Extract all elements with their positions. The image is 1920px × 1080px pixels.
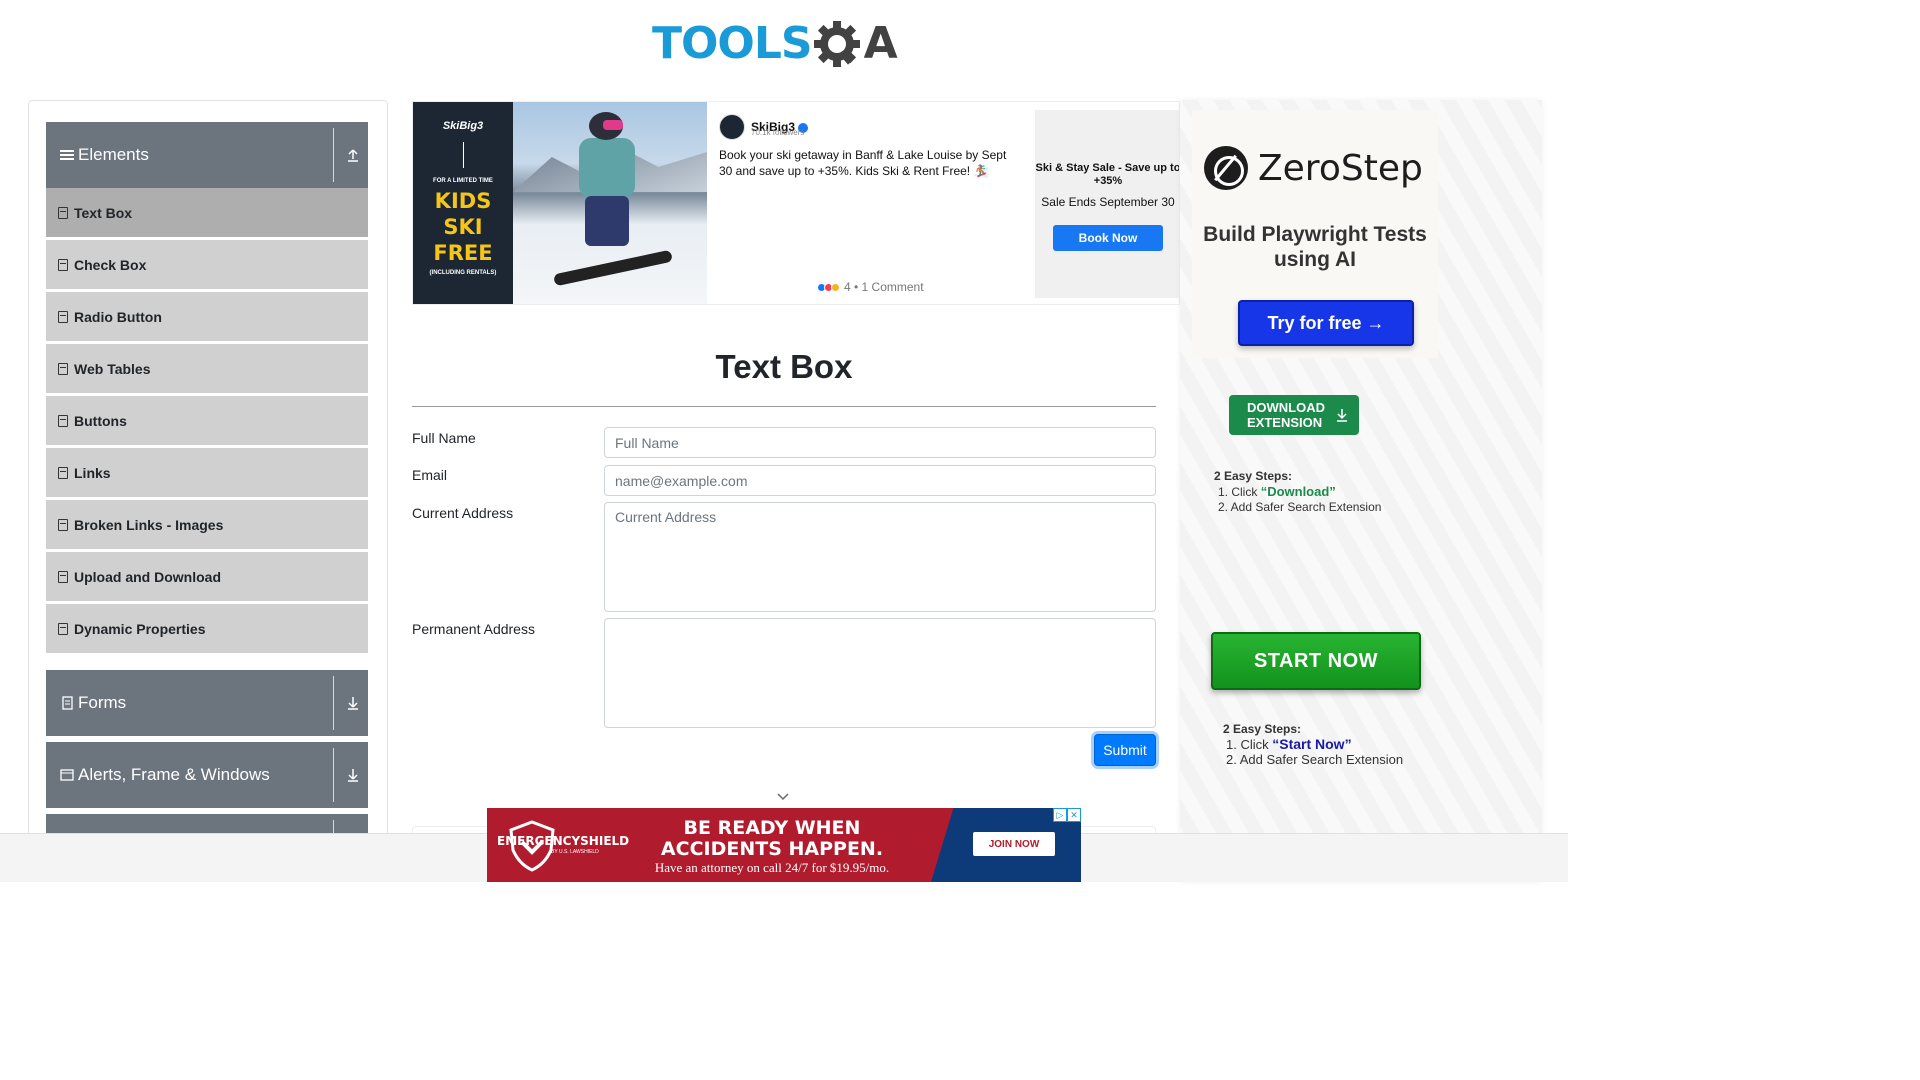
divider (462, 142, 464, 168)
ad-brand-logo: SkiBig3 (442, 120, 484, 132)
email-label: Email (412, 467, 448, 483)
divider (333, 128, 334, 182)
logo-tools-text: TOOLS (652, 18, 813, 69)
zerostep-logo-icon (1204, 146, 1248, 190)
email-input[interactable] (604, 465, 1156, 496)
submit-button[interactable]: Submit (1094, 734, 1156, 766)
divider (412, 406, 1156, 407)
list-item-icon (58, 362, 68, 375)
right-advertisement[interactable]: ZeroStep Build Playwright Tests using AI… (1180, 100, 1542, 882)
ad-reactions: 4 • 1 Comment (817, 280, 924, 294)
book-now-button[interactable]: Book Now (1053, 225, 1163, 251)
list-item-icon (58, 518, 68, 531)
list-item-icon (58, 414, 68, 427)
menu-item-broken-links[interactable]: Broken Links - Images (46, 500, 368, 550)
chevron-down-icon[interactable] (776, 792, 790, 802)
left-sidebar: Elements Text Box Check Box Radio Button… (28, 100, 388, 860)
ad-offer-title: Ski & Stay Sale - Save up to +35% (1035, 162, 1180, 187)
group-header-forms[interactable]: Forms (46, 670, 368, 736)
download-arrow-icon[interactable] (346, 768, 360, 782)
zerostep-brand: ZeroStep (1258, 147, 1423, 189)
ad-brand: EMERGENCYSHIELD (497, 834, 630, 848)
divider (333, 748, 334, 802)
permanent-address-label: Permanent Address (412, 621, 535, 637)
file-icon (62, 696, 73, 710)
ad-choices[interactable]: ▷ ✕ (1053, 808, 1081, 822)
ad-headline: KIDS SKI FREE (433, 189, 493, 265)
steps-list-2: 2 Easy Steps: 1. Click “Start Now” 2. Ad… (1223, 722, 1404, 767)
list-item-icon (58, 258, 68, 271)
list-item-icon (58, 310, 68, 323)
group-header-alerts[interactable]: Alerts, Frame & Windows (46, 742, 368, 808)
download-icon (1337, 409, 1347, 422)
steps-list-1: 2 Easy Steps: 1. Click “Download” 2. Add… (1214, 469, 1382, 514)
menu-item-check-box[interactable]: Check Box (46, 240, 368, 290)
menu-item-web-tables[interactable]: Web Tables (46, 344, 368, 394)
menu-item-text-box[interactable]: Text Box (46, 188, 368, 238)
zerostep-logo: ZeroStep (1204, 146, 1423, 190)
gear-icon (813, 21, 860, 67)
bottom-advertisement[interactable]: EMERGENCYSHIELD BY U.S. LAWSHIELD BE REA… (487, 808, 1081, 882)
join-now-button[interactable]: JOIN NOW (973, 832, 1055, 856)
zerostep-tagline: Build Playwright Tests using AI (1203, 223, 1427, 271)
current-address-label: Current Address (412, 505, 514, 521)
ad-body-text: Book your ski getaway in Banff & Lake Lo… (719, 148, 1007, 178)
download-extension-button[interactable]: DOWNLOAD EXTENSION (1229, 395, 1359, 435)
full-name-label: Full Name (412, 430, 476, 446)
group-label: Alerts, Frame & Windows (78, 765, 270, 784)
avatar (719, 114, 745, 140)
download-arrow-icon[interactable] (346, 696, 360, 710)
full-name-input[interactable] (604, 427, 1156, 458)
ad-followers: 70.1k followers (751, 128, 805, 137)
divider (333, 676, 334, 730)
window-icon (60, 769, 74, 781)
ad-offer: Ski & Stay Sale - Save up to +35% Sale E… (1035, 110, 1180, 298)
ad-subheadline: Have an attorney on call 24/7 for $19.95… (654, 860, 890, 875)
ad-headline: BE READY WHEN ACCIDENTS HAPPEN. (660, 817, 884, 860)
close-icon[interactable]: ✕ (1067, 808, 1081, 822)
ad-choices-icon[interactable]: ▷ (1053, 808, 1067, 822)
try-for-free-button[interactable]: Try for free → (1238, 300, 1414, 346)
wow-reaction-icon (831, 282, 840, 292)
page-title: Text Box (715, 348, 853, 385)
group-header-elements[interactable]: Elements (46, 122, 368, 188)
current-address-input[interactable] (604, 502, 1156, 612)
top-advertisement[interactable]: SkiBig3 FOR A LIMITED TIME KIDS SKI FREE… (412, 101, 1180, 305)
logo-qa-text: A (863, 18, 898, 69)
page: TOOLS A Elements Text Box Check Box Radi… (0, 0, 1568, 882)
ad-limited-text: FOR A LIMITED TIME (433, 178, 493, 184)
ad-photo (513, 102, 707, 304)
hamburger-icon (60, 150, 74, 160)
menu-item-radio-button[interactable]: Radio Button (46, 292, 368, 342)
list-item-icon (58, 206, 68, 219)
upload-arrow-icon[interactable] (346, 148, 360, 162)
list-item-icon (58, 466, 68, 479)
group-label: Elements (78, 145, 149, 164)
list-item-icon (58, 622, 68, 635)
snowboarder-figure (571, 112, 641, 262)
ad-offer-sub: Sale Ends September 30 (1041, 195, 1175, 209)
zerostep-ad: ZeroStep Build Playwright Tests using AI… (1192, 110, 1438, 358)
menu-item-buttons[interactable]: Buttons (46, 396, 368, 446)
menu-item-upload-download[interactable]: Upload and Download (46, 552, 368, 602)
ad-poster: SkiBig3 FOR A LIMITED TIME KIDS SKI FREE… (413, 102, 513, 304)
ad-post: SkiBig3 70.1k followers Book your ski ge… (719, 114, 1019, 304)
group-label: Forms (78, 693, 127, 712)
menu-item-links[interactable]: Links (46, 448, 368, 498)
toolsqa-logo[interactable]: TOOLS A (652, 12, 918, 76)
menu-item-dynamic-properties[interactable]: Dynamic Properties (46, 604, 368, 654)
start-now-button[interactable]: START NOW (1211, 632, 1421, 690)
list-item-icon (58, 570, 68, 583)
ad-brand-sub: BY U.S. LAWSHIELD (551, 849, 599, 855)
permanent-address-input[interactable] (604, 618, 1156, 728)
ad-including-text: (INCLUDING RENTALS) (429, 270, 497, 276)
